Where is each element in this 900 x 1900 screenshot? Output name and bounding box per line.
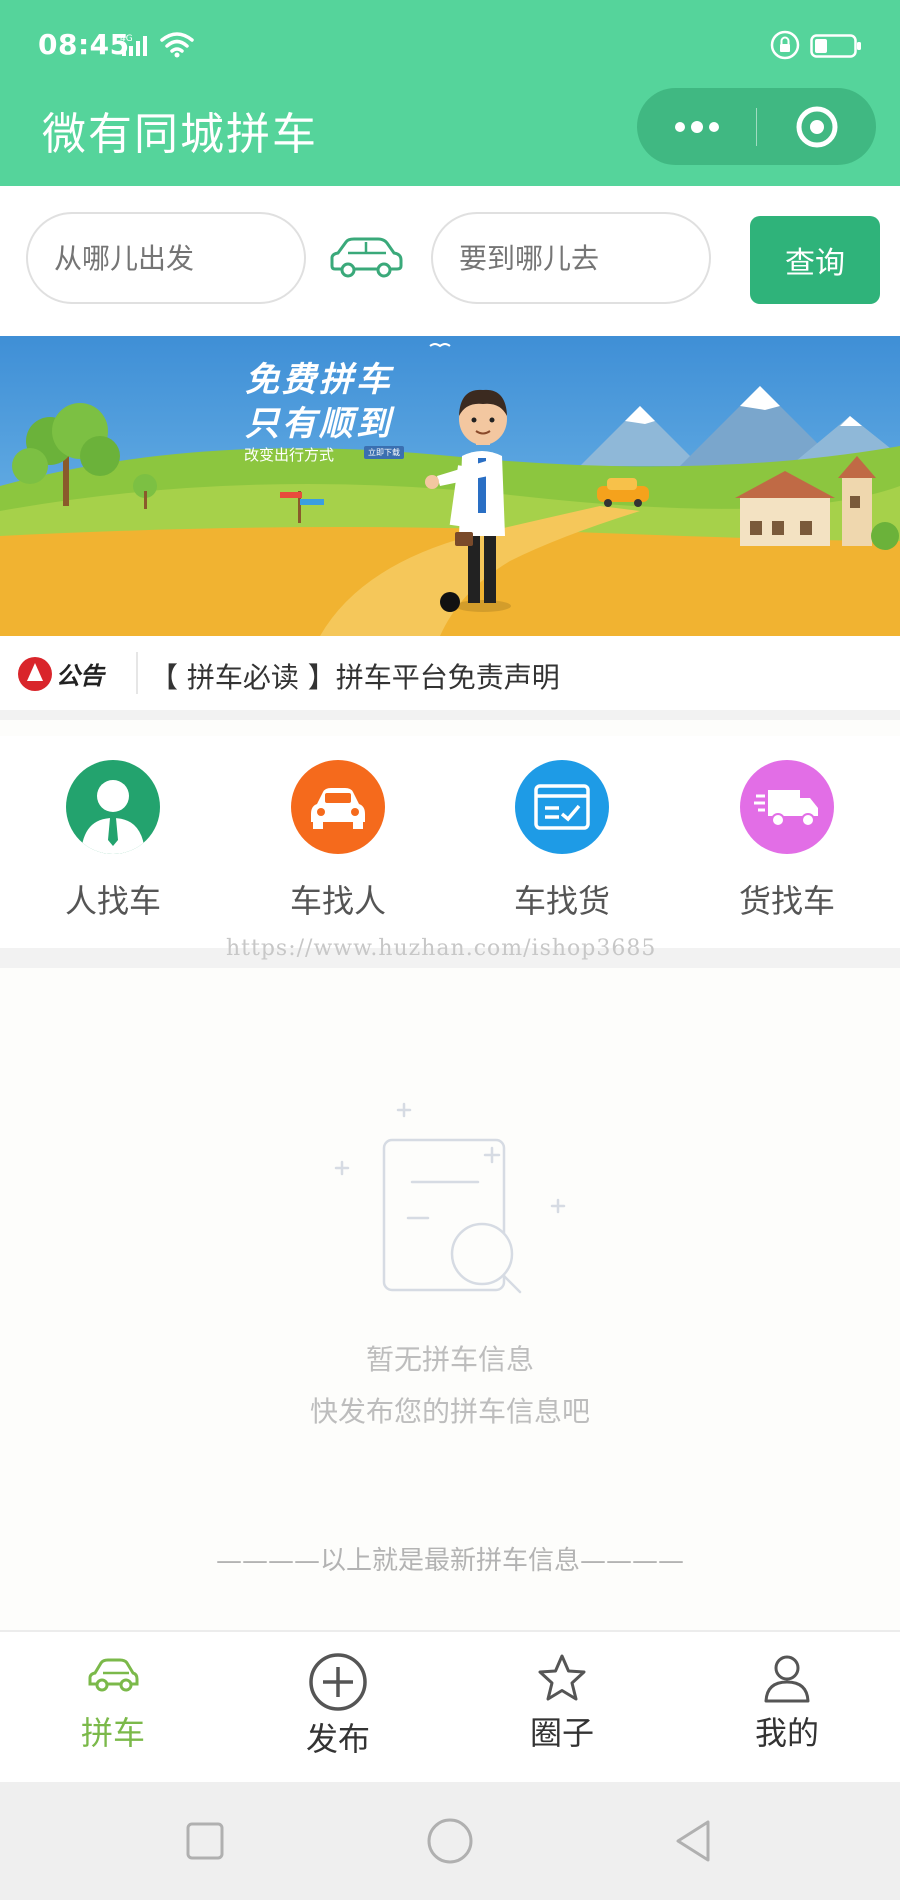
empty-title: 暂无拼车信息 [365, 1343, 534, 1376]
route-search-bar: 查询 [0, 186, 900, 336]
category-label: 车找人 [289, 882, 386, 920]
lock-icon [770, 30, 800, 60]
target-close-icon [796, 106, 837, 147]
category-grid: 人找车 车找人 车找货 货找车 [0, 736, 900, 948]
signal-icon: 4G [120, 34, 147, 56]
category-cargo-find-car[interactable]: 货找车 [707, 760, 867, 922]
destination-input[interactable] [431, 212, 711, 304]
tab-circle[interactable]: 圈子 [482, 1652, 642, 1754]
mini-program-capsule [637, 88, 876, 165]
megaphone-icon: 公告 [18, 657, 106, 691]
network-type: 4G [120, 34, 133, 44]
home-button[interactable] [425, 1816, 475, 1866]
status-time: 08:45 [38, 28, 130, 61]
back-button[interactable] [670, 1816, 720, 1866]
plus-circle-icon [309, 1653, 367, 1711]
banner-headline-1: 免费拼车 [245, 360, 393, 400]
promo-banner[interactable]: 免费拼车 只有顺到 改变出行方式 立即下载 [0, 336, 900, 636]
departure-input[interactable] [26, 212, 306, 304]
announcement-logo: 公告 [18, 654, 118, 694]
bottom-tab-bar: 拼车 发布 圈子 我的 [0, 1630, 900, 1782]
tab-label: 发布 [305, 1720, 370, 1758]
announcement-divider [136, 652, 138, 694]
tab-publish[interactable]: 发布 [258, 1652, 418, 1760]
person-icon [66, 760, 160, 854]
tab-carpool[interactable]: 拼车 [33, 1652, 193, 1754]
battery-icon [810, 34, 861, 58]
tab-label: 圈子 [529, 1714, 594, 1752]
close-button[interactable] [757, 88, 876, 165]
system-navigation-bar [0, 1782, 900, 1900]
announcement-bar[interactable]: 公告 【 拼车必读 】拼车平台免责声明 [0, 636, 900, 720]
tab-mine[interactable]: 我的 [707, 1652, 867, 1754]
category-label: 车找货 [513, 882, 610, 920]
list-end-hint: ————以上就是最新拼车信息———— [215, 1546, 684, 1576]
app-header: 08:45 4G 微有同城拼车 [0, 0, 900, 186]
banner-headline-2: 只有顺到 [245, 404, 393, 444]
category-car-find-passenger[interactable]: 车找人 [258, 760, 418, 922]
tab-label: 拼车 [80, 1714, 145, 1752]
query-button[interactable]: 查询 [750, 216, 880, 304]
truck-icon [740, 760, 834, 854]
category-label: 人找车 [64, 882, 161, 920]
announcement-text: 【 拼车必读 】拼车平台免责声明 [150, 661, 560, 694]
car-icon [330, 237, 403, 278]
more-button[interactable] [637, 88, 756, 165]
category-label: 货找车 [738, 882, 835, 920]
car-icon [88, 1658, 139, 1692]
banner-illustration [0, 336, 900, 636]
recents-button[interactable] [180, 1816, 230, 1866]
star-icon [538, 1654, 586, 1701]
empty-subtitle: 快发布您的拼车信息吧 [309, 1395, 590, 1428]
banner-subtitle: 改变出行方式 [244, 446, 335, 464]
tab-label: 我的 [754, 1714, 819, 1752]
watermark-url: https://www.huzhan.com/ishop3685 [226, 936, 657, 961]
user-icon [764, 1655, 810, 1703]
wifi-icon [160, 32, 194, 58]
page-title: 微有同城拼车 [42, 109, 318, 160]
category-car-find-cargo[interactable]: 车找货 [482, 760, 642, 922]
banner-tag: 立即下载 [364, 446, 404, 459]
category-passenger-find-car[interactable]: 人找车 [33, 760, 193, 922]
cargo-card-icon [515, 760, 609, 854]
more-dots-icon [674, 120, 719, 133]
empty-search-icon [334, 1102, 566, 1294]
announcement-logo-text: 公告 [56, 661, 106, 690]
car-icon [291, 760, 385, 854]
